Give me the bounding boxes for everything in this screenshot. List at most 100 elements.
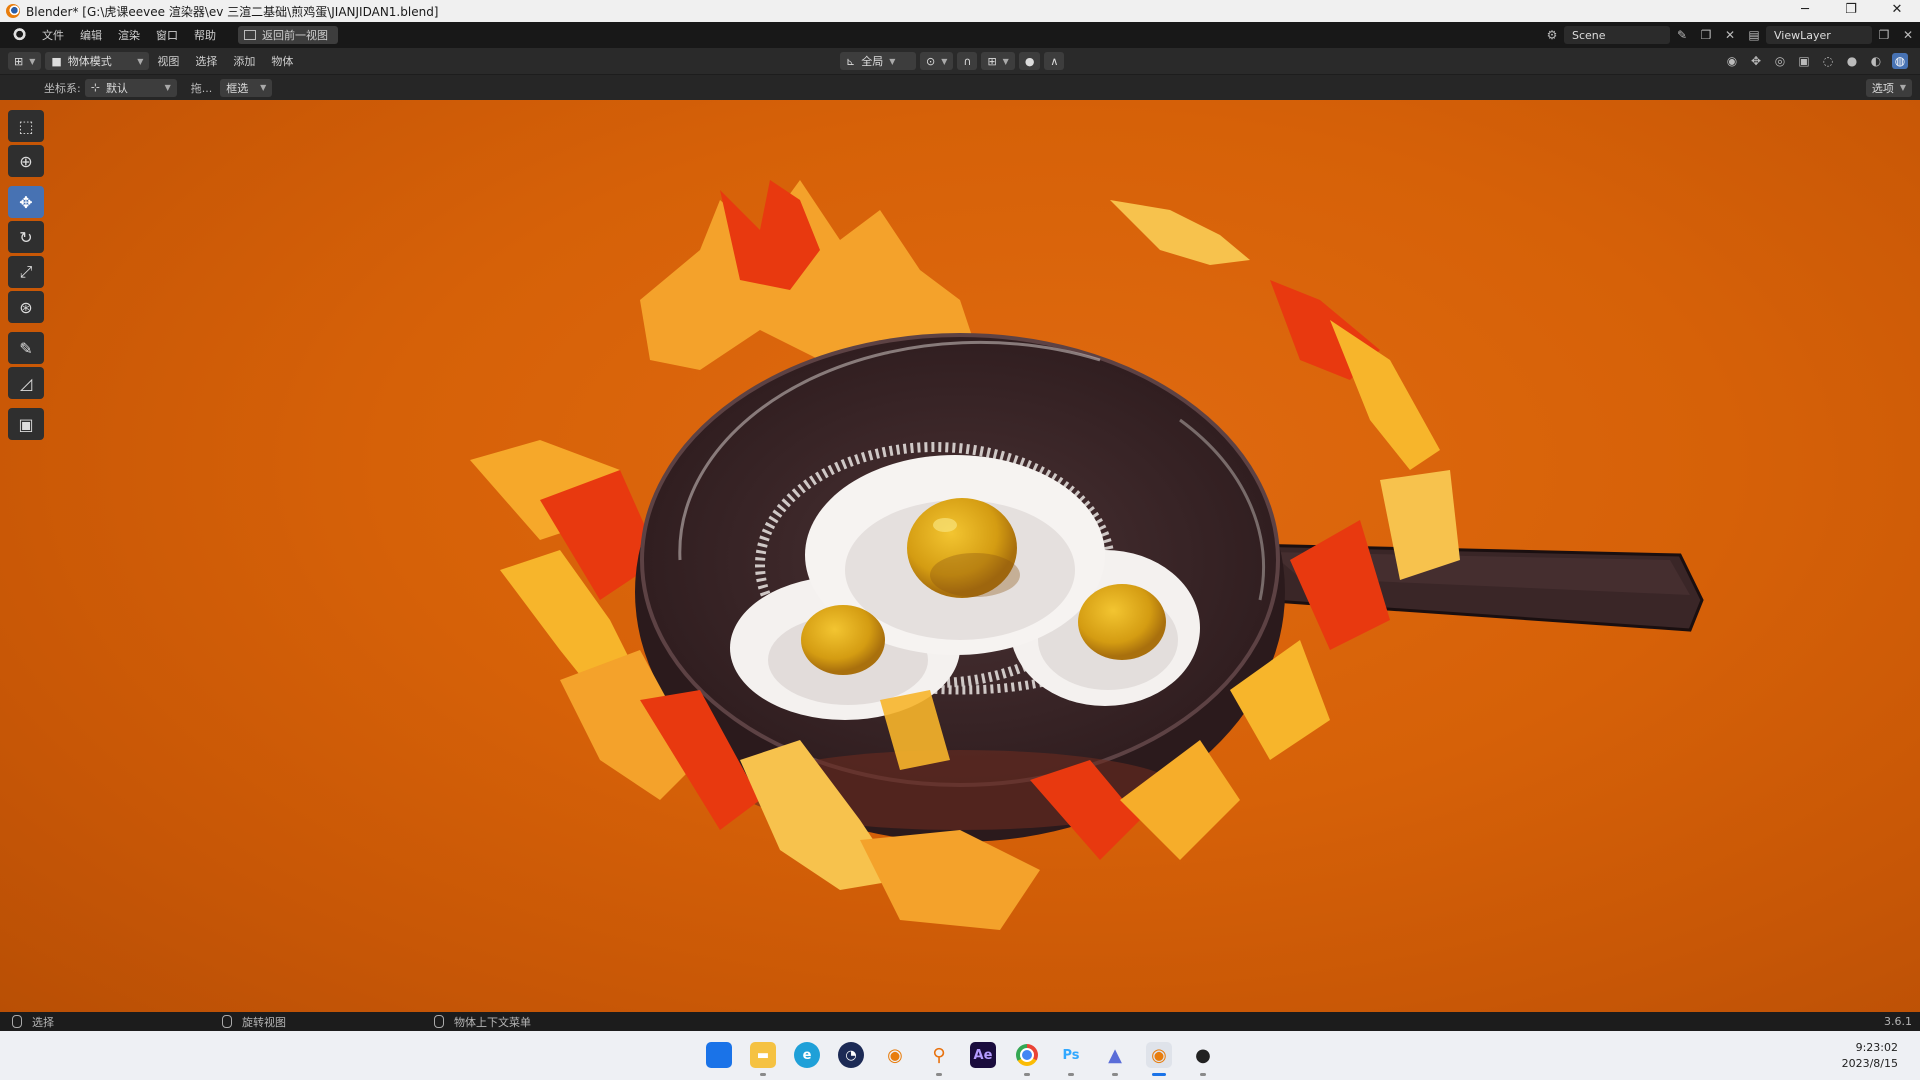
file-explorer-icon[interactable]: ▬ bbox=[750, 1042, 776, 1068]
coord-system-label: 坐标系: bbox=[44, 81, 81, 95]
menu-file[interactable]: 文件 bbox=[34, 27, 72, 43]
menu-window[interactable]: 窗口 bbox=[148, 27, 186, 43]
editor-type-dropdown[interactable]: ⊞ ▼ bbox=[8, 52, 42, 70]
menu-add[interactable]: 添加 bbox=[225, 53, 263, 69]
search-app-icon[interactable]: ⚲ bbox=[926, 1042, 952, 1068]
tool-settings-bar: 坐标系: ⊹ 默认 ▼ 拖... 框选 ▼ 选项 ▼ bbox=[0, 75, 1920, 100]
menu-select[interactable]: 选择 bbox=[187, 53, 225, 69]
wireframe-shading-icon[interactable]: ◌ bbox=[1820, 53, 1836, 69]
view-layer-icon[interactable]: ▤ bbox=[1746, 27, 1762, 43]
window-titlebar: Blender* [G:\虎课eevee 渲染器\ev 三渲二基础\煎鸡蛋\JI… bbox=[0, 0, 1920, 22]
close-button[interactable]: ✕ bbox=[1874, 0, 1920, 22]
add-cube-icon: ▣ bbox=[18, 414, 34, 434]
windows-start-icon[interactable] bbox=[706, 1042, 732, 1068]
orientation-icon: ⊾ bbox=[846, 54, 856, 68]
pivot-dropdown[interactable]: ⊙ ▼ bbox=[920, 52, 954, 70]
coord-system-dropdown[interactable]: ⊹ 默认 ▼ bbox=[84, 78, 177, 97]
viewport-3d[interactable] bbox=[0, 100, 1920, 1012]
select-box-tool[interactable]: ⬚ bbox=[8, 110, 44, 142]
back-to-previous-button[interactable]: 返回前一视图 bbox=[238, 26, 338, 44]
mouse-left-icon bbox=[12, 1015, 22, 1028]
affinity-icon[interactable]: ▲ bbox=[1102, 1042, 1128, 1068]
view-layer-field[interactable]: ViewLayer bbox=[1766, 26, 1872, 44]
blender-topbar: 文件 编辑 渲染 窗口 帮助 返回前一视图 ⚙ Scene ✎ ❐ ✕ ▤ Vi… bbox=[0, 22, 1920, 48]
clock-date: 2023/8/15 bbox=[1841, 1057, 1898, 1070]
falloff-dropdown[interactable]: ∧ bbox=[1044, 52, 1065, 70]
mouse-right-icon bbox=[434, 1015, 444, 1028]
transform-tool[interactable]: ⊛ bbox=[8, 291, 44, 323]
magnet-icon: ∩ bbox=[963, 54, 972, 68]
scene-field[interactable]: Scene bbox=[1564, 26, 1670, 44]
snap-dropdown[interactable]: ⊞ ▼ bbox=[981, 52, 1015, 70]
mode-label: 物体模式 bbox=[67, 55, 112, 68]
status-context-menu: 物体上下文菜单 bbox=[454, 1015, 531, 1029]
snap-grid-icon: ⊞ bbox=[987, 54, 997, 68]
menu-render[interactable]: 渲染 bbox=[110, 27, 148, 43]
yolk-left bbox=[801, 605, 885, 675]
windows-taskbar: ▬ e ◔ ◉ ⚲ Ae Ps ▲ ◉ ● 9:23:02 2023/8/15 bbox=[0, 1031, 1920, 1080]
remove-scene-icon[interactable]: ✕ bbox=[1722, 27, 1738, 43]
yolk-right bbox=[1078, 584, 1166, 660]
cursor-tool[interactable]: ⊕ bbox=[8, 145, 44, 177]
drag-label: 拖... bbox=[190, 81, 213, 95]
scale-tool[interactable]: ⤢ bbox=[8, 256, 44, 288]
transform-icon: ⊛ bbox=[19, 297, 33, 317]
transform-orientation-dropdown[interactable]: ⊾ 全局 ▼ bbox=[840, 52, 916, 70]
status-bar: 选择 旋转视图 物体上下文菜单 3.6.1 bbox=[0, 1012, 1920, 1031]
viewport-header: ⊞ ▼ ■ 物体模式 ▼ 视图 选择 添加 物体 ⊾ 全局 ▼ ⊙ ▼ ∩ ⊞ ▼ ● ∧… bbox=[0, 48, 1920, 75]
after-effects-icon[interactable]: Ae bbox=[970, 1042, 996, 1068]
move-tool[interactable]: ✥ bbox=[8, 186, 44, 218]
annotate-tool[interactable]: ✎ bbox=[8, 332, 44, 364]
drag-dropdown[interactable]: 框选 ▼ bbox=[220, 78, 273, 97]
orientation-label: 全局 bbox=[861, 55, 884, 68]
menu-help[interactable]: 帮助 bbox=[186, 27, 224, 43]
scale-icon: ⤢ bbox=[19, 262, 33, 281]
measure-tool[interactable]: ◿ bbox=[8, 367, 44, 399]
menu-view[interactable]: 视图 bbox=[149, 53, 187, 69]
coord-system-icon: ⊹ bbox=[90, 81, 100, 94]
minimize-button[interactable]: ─ bbox=[1782, 0, 1828, 22]
rotate-icon: ↻ bbox=[19, 227, 33, 247]
object-mode-icon: ■ bbox=[51, 54, 62, 68]
overlay-icon[interactable]: ◎ bbox=[1772, 53, 1788, 69]
proportional-toggle[interactable]: ● bbox=[1018, 52, 1041, 70]
window-title: Blender* [G:\虎课eevee 渲染器\ev 三渲二基础\煎鸡蛋\JI… bbox=[26, 4, 439, 19]
cinema4d-icon[interactable]: ◔ bbox=[838, 1042, 864, 1068]
rotate-tool[interactable]: ↻ bbox=[8, 221, 44, 253]
remove-layer-icon[interactable]: ✕ bbox=[1900, 27, 1916, 43]
new-scene-icon[interactable]: ❐ bbox=[1698, 27, 1714, 43]
move-icon: ✥ bbox=[19, 192, 33, 212]
gizmo-icon[interactable]: ✥ bbox=[1748, 53, 1764, 69]
snap-toggle[interactable]: ∩ bbox=[957, 52, 978, 70]
blender-active-icon[interactable]: ◉ bbox=[1146, 1042, 1172, 1068]
menu-object[interactable]: 物体 bbox=[263, 53, 301, 69]
scene-name: Scene bbox=[1572, 28, 1606, 42]
ae-label: Ae bbox=[973, 1047, 993, 1063]
solid-shading-icon[interactable]: ● bbox=[1844, 53, 1860, 69]
cursor-icon: ⊕ bbox=[19, 151, 33, 171]
new-layer-icon[interactable]: ❐ bbox=[1876, 27, 1892, 43]
menu-edit[interactable]: 编辑 bbox=[72, 27, 110, 43]
mode-dropdown[interactable]: ■ 物体模式 ▼ bbox=[45, 52, 150, 70]
blender-app-icon bbox=[6, 4, 20, 18]
system-clock[interactable]: 9:23:02 2023/8/15 bbox=[1842, 1040, 1898, 1072]
ps-label: Ps bbox=[1062, 1047, 1080, 1063]
scene-icon[interactable]: ⚙ bbox=[1544, 27, 1560, 43]
view-layer-name: ViewLayer bbox=[1774, 28, 1831, 42]
restore-button[interactable]: ❐ bbox=[1828, 0, 1874, 22]
add-cube-tool[interactable]: ▣ bbox=[8, 408, 44, 440]
edge-icon[interactable]: e bbox=[794, 1042, 820, 1068]
xray-icon[interactable]: ▣ bbox=[1796, 53, 1812, 69]
chrome-icon[interactable] bbox=[1014, 1042, 1040, 1068]
material-shading-icon[interactable]: ◐ bbox=[1868, 53, 1884, 69]
record-app-icon[interactable]: ● bbox=[1190, 1042, 1216, 1068]
options-dropdown[interactable]: 选项 ▼ bbox=[1865, 78, 1912, 97]
blender-icon[interactable]: ◉ bbox=[882, 1042, 908, 1068]
render-scene bbox=[470, 180, 1704, 930]
photoshop-icon[interactable]: Ps bbox=[1058, 1042, 1084, 1068]
toolbox: ⬚ ⊕ ✥ ↻ ⤢ ⊛ ✎ ◿ ▣ bbox=[8, 110, 46, 443]
visibility-icon[interactable]: ◉ bbox=[1724, 53, 1740, 69]
pin-icon[interactable]: ✎ bbox=[1674, 27, 1690, 43]
rendered-shading-icon[interactable]: ◍ bbox=[1892, 53, 1908, 69]
blender-logo-icon[interactable] bbox=[10, 27, 26, 43]
